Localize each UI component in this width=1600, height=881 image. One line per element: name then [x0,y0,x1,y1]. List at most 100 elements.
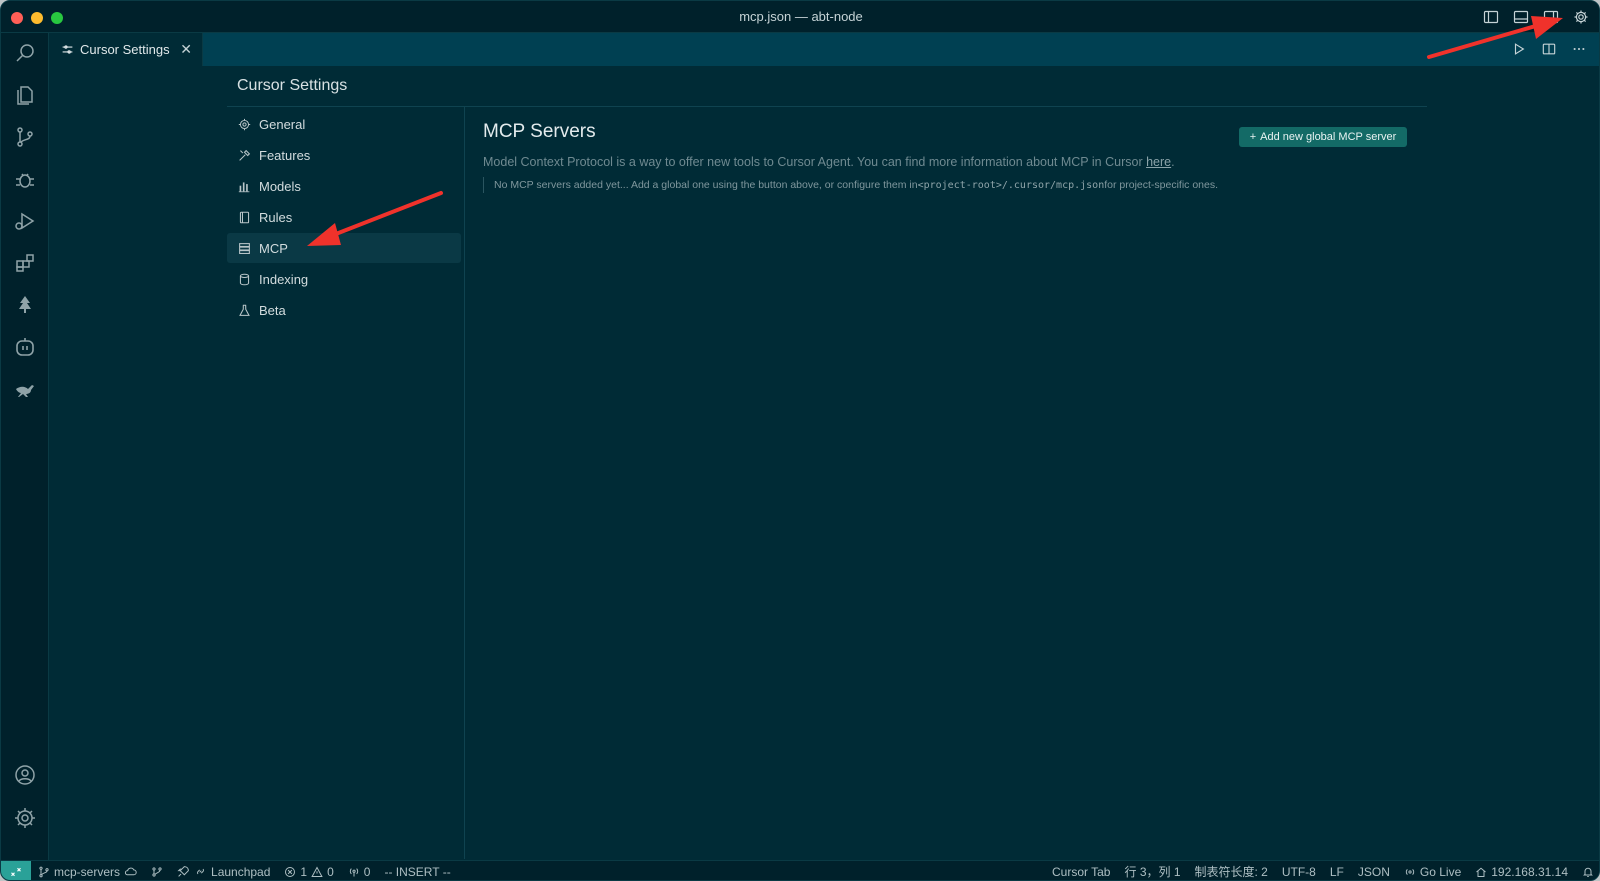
mcp-description: Model Context Protocol is a way to offer… [483,155,1413,169]
play-icon [1514,43,1525,55]
tab-size-status[interactable]: 制表符长度: 2 [1188,863,1275,880]
git-graph-button[interactable] [144,866,170,878]
extensions-icon [16,254,34,272]
notice-path: <project-root>/.cursor/mcp.json [917,179,1105,191]
cursor-tab-status[interactable]: Cursor Tab [1045,865,1117,879]
maximize-window-button[interactable] [51,12,63,24]
launchpad-button[interactable]: Launchpad [170,865,277,879]
go-live-button[interactable]: Go Live [1397,865,1468,879]
activity-robot[interactable] [1,327,49,367]
secondary-sidebar-layout-icon [1543,10,1559,24]
book-icon [237,210,251,224]
panel-layout-icon [1513,10,1529,24]
activity-source-control[interactable] [1,117,49,157]
settings-gear-button[interactable] [1571,7,1591,27]
close-window-button[interactable] [11,12,23,24]
nav-item-label: Models [259,178,301,194]
warning-icon [311,865,323,877]
toggle-sidebar-button[interactable] [1481,7,1501,27]
ports-status[interactable]: 0 [341,865,378,879]
notifications-button[interactable] [1575,866,1599,878]
bug-icon [16,173,34,188]
activity-account[interactable] [1,755,49,795]
rocket-icon [177,866,189,877]
nav-item-indexing[interactable]: Indexing [227,264,461,294]
ip-address-status[interactable]: 192.168.31.14 [1468,865,1575,879]
activity-kangaroo[interactable] [1,369,49,409]
source-control-icon [17,127,33,147]
toggle-panel-button[interactable] [1511,7,1531,27]
window-title: mcp.json — abt-node [739,9,863,24]
app-window: mcp.json — abt-node Cursor Settings ✕ Cu… [0,0,1600,881]
activity-run[interactable] [1,201,49,241]
nav-item-beta[interactable]: Beta [227,295,461,325]
flask-icon [237,303,251,317]
gear-icon [1574,10,1588,24]
close-tab-button[interactable]: ✕ [180,41,192,58]
run-button[interactable] [1509,39,1529,59]
encoding-status[interactable]: UTF-8 [1275,865,1323,879]
nav-item-features[interactable]: Features [227,140,461,170]
database-icon [237,272,251,286]
nav-item-rules[interactable]: Rules [227,202,461,232]
nav-item-label: MCP [259,240,288,256]
settings-vertical-divider [464,107,465,859]
robot-icon [16,338,34,356]
server-icon [237,241,251,255]
remote-button[interactable] [1,860,31,880]
settings-divider [227,106,1427,107]
vim-mode-status: -- INSERT -- [384,864,451,879]
link-icon [197,868,204,875]
ports-count: 0 [363,864,371,879]
more-actions-button[interactable] [1569,39,1589,59]
tools-icon [237,148,251,162]
notice-prefix: No MCP servers added yet... Add a global… [494,179,918,191]
activity-tree[interactable] [1,285,49,325]
eol-status[interactable]: LF [1323,865,1351,879]
nav-item-mcp[interactable]: MCP [227,233,461,263]
nav-item-label: Beta [259,302,286,318]
kangaroo-icon [16,385,34,397]
settings-page-title: Cursor Settings [237,77,348,94]
git-graph-icon [152,866,162,877]
activity-explorer[interactable] [1,75,49,115]
empty-state-notice: No MCP servers added yet... Add a global… [483,177,1413,193]
branch-status[interactable]: mcp-servers [31,865,144,879]
toggle-secondary-sidebar-button[interactable] [1541,7,1561,27]
activity-extensions[interactable] [1,243,49,283]
nav-item-label: Rules [259,209,293,225]
language-mode-status[interactable]: JSON [1351,865,1397,879]
problems-status[interactable]: 1 0 [277,865,340,879]
layout-controls [1481,7,1591,27]
add-global-mcp-server-button[interactable]: + Add new global MCP server [1239,127,1407,147]
nav-item-label: General [259,116,306,132]
remote-icon [11,867,21,876]
account-icon [15,765,35,785]
cloud-sync-icon [124,867,137,876]
activity-debug[interactable] [1,159,49,199]
activity-search[interactable] [1,33,49,73]
split-editor-button[interactable] [1539,39,1559,59]
broadcast-icon [349,867,358,876]
nav-item-general[interactable]: General [227,109,461,139]
nav-item-models[interactable]: Models [227,171,461,201]
nav-item-label: Indexing [259,271,309,287]
run-debug-icon [15,212,35,230]
gear-icon [237,117,251,131]
settings-nav: General Features Models Rules MCP Indexi… [227,109,461,326]
activity-manage[interactable] [1,798,49,838]
bar-chart-icon [237,179,251,193]
mcp-info-link[interactable]: here [1146,155,1171,169]
minimize-window-button[interactable] [31,12,43,24]
status-bar-right: Cursor Tab 行 3，列 1 制表符长度: 2 UTF-8 LF JSO… [1045,863,1599,880]
branch-icon [39,866,49,877]
ellipsis-icon [1573,47,1585,51]
settings-sliders-icon [62,45,73,54]
title-bar: mcp.json — abt-node [1,1,1599,33]
launchpad-label: Launchpad [211,864,271,879]
search-icon [16,44,34,62]
error-count: 1 [300,864,308,879]
window-controls [11,12,63,24]
tab-cursor-settings[interactable]: Cursor Settings ✕ [49,33,203,66]
cursor-position-status[interactable]: 行 3，列 1 [1117,863,1187,880]
